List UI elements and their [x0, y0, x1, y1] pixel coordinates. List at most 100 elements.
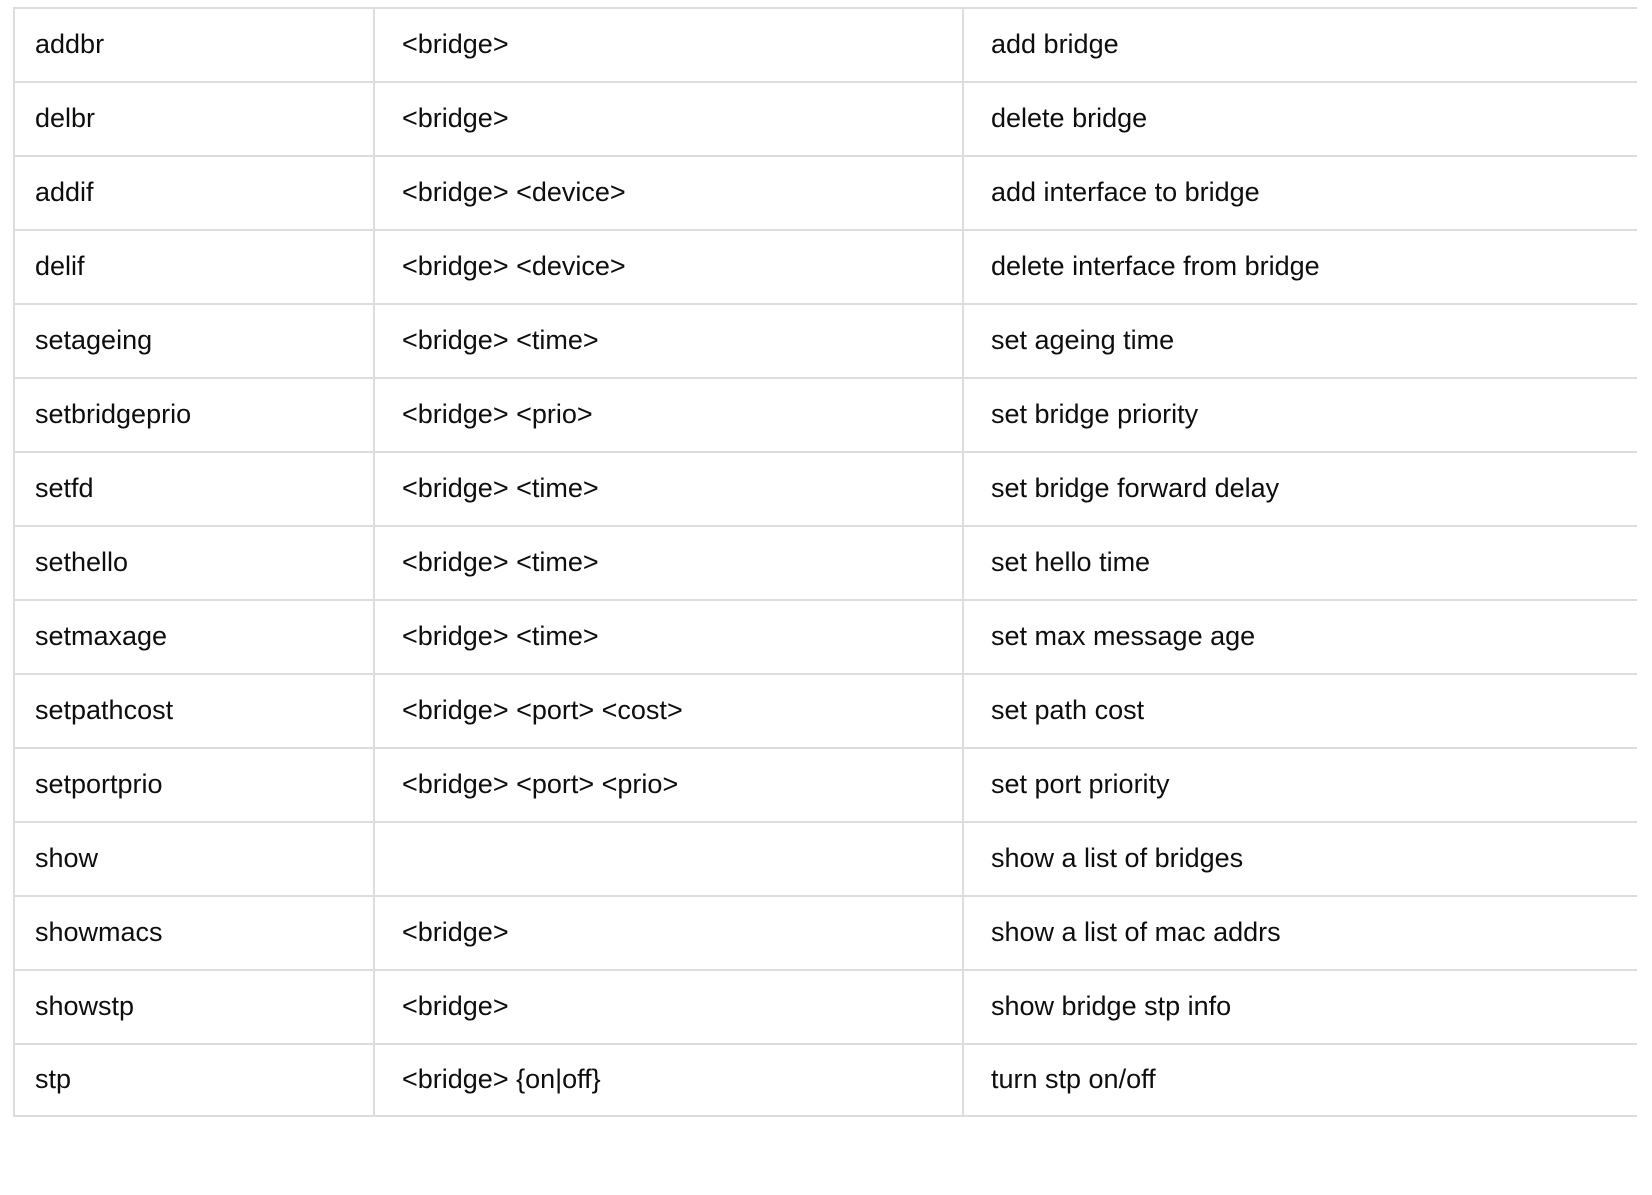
command-label: addif — [35, 177, 94, 208]
page-root: addbr <bridge> add bridge delbr <bridge>… — [0, 0, 1652, 1195]
bridge-command-table: addbr <bridge> add bridge delbr <bridge>… — [13, 7, 1637, 1117]
cell-description: set port priority — [962, 747, 1637, 821]
cell-description: set max message age — [962, 599, 1637, 673]
description-label: set max message age — [991, 621, 1256, 652]
table-row: setmaxage <bridge> <time> set max messag… — [13, 599, 1637, 673]
table-row: delif <bridge> <device> delete interface… — [13, 229, 1637, 303]
cell-command: setpathcost — [13, 673, 373, 747]
cell-description: show bridge stp info — [962, 969, 1637, 1043]
cell-command: delif — [13, 229, 373, 303]
table-row: delbr <bridge> delete bridge — [13, 81, 1637, 155]
arguments-label: <bridge> <port> <prio> — [402, 769, 679, 800]
description-label: show bridge stp info — [991, 991, 1232, 1022]
cell-command: stp — [13, 1043, 373, 1117]
cell-description: set bridge priority — [962, 377, 1637, 451]
arguments-label: <bridge> <time> — [402, 325, 599, 356]
arguments-label: <bridge> <time> — [402, 621, 599, 652]
command-label: setpathcost — [35, 695, 174, 726]
cell-command: showmacs — [13, 895, 373, 969]
table-row: showmacs <bridge> show a list of mac add… — [13, 895, 1637, 969]
cell-description: show a list of bridges — [962, 821, 1637, 895]
cell-arguments: <bridge> — [373, 81, 962, 155]
cell-arguments: <bridge> <prio> — [373, 377, 962, 451]
cell-command: addif — [13, 155, 373, 229]
command-label: showstp — [35, 991, 135, 1022]
table-row: stp <bridge> {on|off} turn stp on/off — [13, 1043, 1637, 1117]
description-label: turn stp on/off — [991, 1064, 1156, 1095]
cell-description: set hello time — [962, 525, 1637, 599]
description-label: add interface to bridge — [991, 177, 1260, 208]
arguments-label: <bridge> <port> <cost> — [402, 695, 683, 726]
cell-description: set bridge forward delay — [962, 451, 1637, 525]
cell-arguments: <bridge> <time> — [373, 303, 962, 377]
cell-description: delete bridge — [962, 81, 1637, 155]
command-label: setmaxage — [35, 621, 168, 652]
cell-arguments: <bridge> <time> — [373, 599, 962, 673]
arguments-label: <bridge> <prio> — [402, 399, 593, 430]
arguments-label: <bridge> — [402, 103, 509, 134]
cell-command: setmaxage — [13, 599, 373, 673]
cell-arguments: <bridge> <port> <cost> — [373, 673, 962, 747]
command-label: setportprio — [35, 769, 163, 800]
command-label: sethello — [35, 547, 129, 578]
cell-command: setageing — [13, 303, 373, 377]
cell-command: addbr — [13, 7, 373, 81]
cell-command: showstp — [13, 969, 373, 1043]
description-label: set port priority — [991, 769, 1170, 800]
table-row: setportprio <bridge> <port> <prio> set p… — [13, 747, 1637, 821]
table-row: addif <bridge> <device> add interface to… — [13, 155, 1637, 229]
command-label: setfd — [35, 473, 94, 504]
description-label: show a list of mac addrs — [991, 917, 1281, 948]
table-row: setageing <bridge> <time> set ageing tim… — [13, 303, 1637, 377]
cell-description: set path cost — [962, 673, 1637, 747]
cell-arguments: <bridge> — [373, 895, 962, 969]
table-row: setfd <bridge> <time> set bridge forward… — [13, 451, 1637, 525]
cell-command: show — [13, 821, 373, 895]
table-row: showstp <bridge> show bridge stp info — [13, 969, 1637, 1043]
table-body: addbr <bridge> add bridge delbr <bridge>… — [13, 7, 1637, 1117]
description-label: set bridge priority — [991, 399, 1199, 430]
cell-description: turn stp on/off — [962, 1043, 1637, 1117]
table-row: setpathcost <bridge> <port> <cost> set p… — [13, 673, 1637, 747]
cell-command: setfd — [13, 451, 373, 525]
description-label: delete bridge — [991, 103, 1148, 134]
arguments-label: <bridge> <device> — [402, 177, 626, 208]
description-label: set hello time — [991, 547, 1151, 578]
cell-arguments: <bridge> <port> <prio> — [373, 747, 962, 821]
table-row: sethello <bridge> <time> set hello time — [13, 525, 1637, 599]
description-label: show a list of bridges — [991, 843, 1244, 874]
arguments-label: <bridge> <device> — [402, 251, 626, 282]
cell-arguments: <bridge> {on|off} — [373, 1043, 962, 1117]
cell-arguments: <bridge> <time> — [373, 525, 962, 599]
command-label: setbridgeprio — [35, 399, 192, 430]
cell-arguments: <bridge> <time> — [373, 451, 962, 525]
arguments-label: <bridge> — [402, 29, 509, 60]
cell-arguments: <bridge> — [373, 969, 962, 1043]
table-row: setbridgeprio <bridge> <prio> set bridge… — [13, 377, 1637, 451]
description-label: add bridge — [991, 29, 1119, 60]
command-label: addbr — [35, 29, 105, 60]
command-label: delbr — [35, 103, 96, 134]
arguments-label: <bridge> <time> — [402, 473, 599, 504]
command-label: delif — [35, 251, 85, 282]
cell-description: add interface to bridge — [962, 155, 1637, 229]
cell-arguments — [373, 821, 962, 895]
arguments-label: <bridge> <time> — [402, 547, 599, 578]
cell-description: show a list of mac addrs — [962, 895, 1637, 969]
cell-command: sethello — [13, 525, 373, 599]
arguments-label: <bridge> — [402, 991, 509, 1022]
description-label: set path cost — [991, 695, 1145, 726]
description-label: set bridge forward delay — [991, 473, 1280, 504]
table-row: show show a list of bridges — [13, 821, 1637, 895]
cell-description: delete interface from bridge — [962, 229, 1637, 303]
cell-command: delbr — [13, 81, 373, 155]
arguments-label: <bridge> {on|off} — [402, 1064, 601, 1095]
cell-command: setbridgeprio — [13, 377, 373, 451]
command-label: setageing — [35, 325, 153, 356]
table-row: addbr <bridge> add bridge — [13, 7, 1637, 81]
cell-arguments: <bridge> <device> — [373, 155, 962, 229]
cell-arguments: <bridge> — [373, 7, 962, 81]
cell-description: add bridge — [962, 7, 1637, 81]
command-label: showmacs — [35, 917, 163, 948]
description-label: delete interface from bridge — [991, 251, 1320, 282]
